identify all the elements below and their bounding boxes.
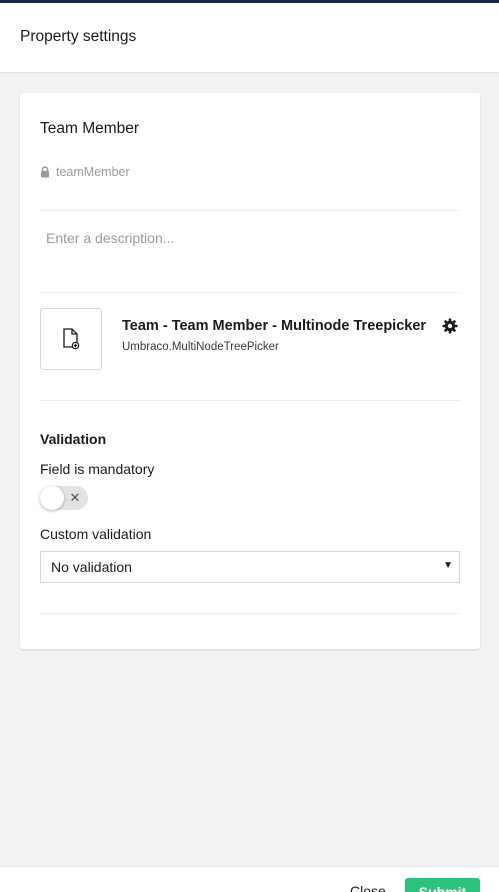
custom-validation-label: Custom validation	[40, 526, 152, 542]
submit-button[interactable]: Submit	[405, 878, 480, 892]
mandatory-label: Field is mandatory	[40, 461, 155, 477]
divider	[40, 400, 460, 401]
mandatory-toggle[interactable]: ✕	[40, 486, 88, 510]
document-add-icon	[63, 328, 80, 350]
custom-validation-select[interactable]: No validation ▼	[40, 551, 460, 583]
property-settings-card: Team Member teamMember Enter a descripti…	[20, 93, 480, 649]
divider	[40, 292, 460, 293]
toggle-knob	[40, 486, 64, 510]
dialog-header: Property settings	[0, 3, 499, 73]
description-input[interactable]: Enter a description...	[46, 230, 174, 246]
gear-icon[interactable]	[442, 318, 458, 334]
editor-name[interactable]: Team - Team Member - Multinode Treepicke…	[122, 318, 426, 334]
close-button[interactable]: Close	[350, 883, 386, 892]
property-name[interactable]: Team Member	[40, 120, 139, 138]
submit-label: Submit	[418, 884, 467, 892]
property-alias-row: teamMember	[40, 165, 130, 179]
dialog-footer: Close Submit	[0, 866, 499, 892]
editor-alias: Umbraco.MultiNodeTreePicker	[122, 341, 279, 353]
lock-icon[interactable]	[40, 166, 50, 178]
divider	[40, 613, 460, 614]
close-icon: ✕	[69, 490, 81, 505]
property-alias: teamMember	[56, 165, 130, 179]
divider	[40, 210, 460, 211]
validation-heading: Validation	[40, 431, 107, 447]
editor-tile[interactable]	[40, 308, 102, 370]
dialog-title: Property settings	[20, 27, 137, 45]
custom-validation-value: No validation	[51, 559, 132, 575]
caret-down-icon: ▼	[443, 560, 453, 571]
